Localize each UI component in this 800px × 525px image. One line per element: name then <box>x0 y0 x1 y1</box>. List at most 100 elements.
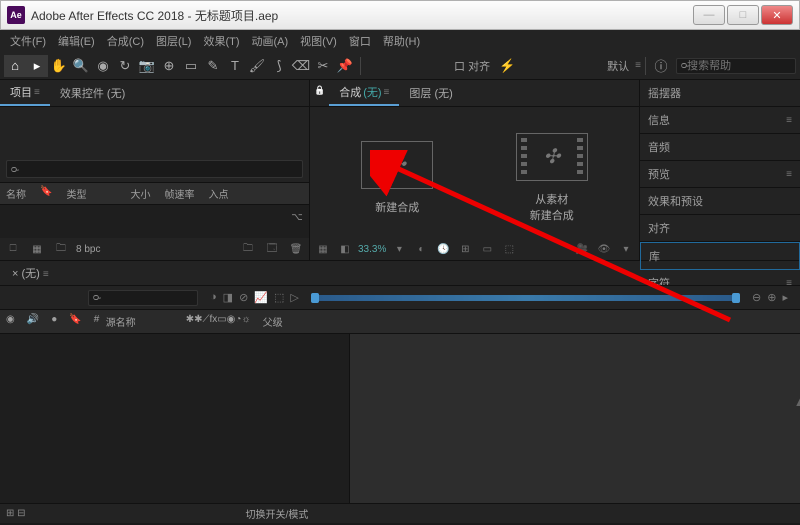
col-fps[interactable]: 帧速率 <box>164 186 194 201</box>
rotate-tool-icon[interactable]: ↻ <box>114 55 136 77</box>
roto-tool-icon[interactable]: ✂ <box>312 55 334 77</box>
more-icon[interactable]: ▾ <box>617 241 635 257</box>
menu-layer[interactable]: 图层(L) <box>150 31 197 51</box>
time-navigator[interactable] <box>313 295 738 301</box>
panel-menu-icon[interactable]: ≡ <box>43 269 49 280</box>
guides-icon[interactable]: ▭ <box>478 241 496 257</box>
project-list[interactable]: ⌥ <box>0 205 309 238</box>
tab-layer[interactable]: 图层 (无) <box>399 80 462 106</box>
panel-effects-presets[interactable]: 效果和预设 <box>640 188 800 215</box>
project-search-input[interactable] <box>17 163 298 175</box>
col-audio-icon[interactable]: 🔊 <box>21 312 45 331</box>
3d-icon[interactable]: ⬚ <box>500 241 518 257</box>
menu-effect[interactable]: 效果(T) <box>197 31 245 51</box>
timeline-search[interactable]: ᴑ̴ <box>88 290 198 306</box>
interpret-icon[interactable]: 🗆 <box>4 241 22 257</box>
close-button[interactable]: ✕ <box>761 5 793 25</box>
panel-menu-icon[interactable]: ≡ <box>384 87 390 98</box>
comp-marker-icon[interactable]: ▸ <box>782 291 788 304</box>
bin-icon[interactable]: 🗀 <box>52 241 70 257</box>
tab-effect-controls[interactable]: 效果控件 (无) <box>50 80 135 106</box>
col-in[interactable]: 入点 <box>208 186 228 201</box>
flowchart-icon[interactable]: ⌥ <box>291 211 303 223</box>
minimize-button[interactable]: — <box>693 5 725 25</box>
col-label-icon[interactable]: 🔖 <box>63 312 87 331</box>
res-icon[interactable]: ◧ <box>336 241 354 257</box>
tag-icon[interactable]: 🔖 <box>40 186 52 201</box>
zoom-in-icon[interactable]: ⊕ <box>767 291 776 304</box>
view-icon[interactable]: 👁 <box>595 241 613 257</box>
eraser-tool-icon[interactable]: ⌫ <box>290 55 312 77</box>
cam-icon[interactable]: 🎥 <box>573 241 591 257</box>
grid-icon[interactable]: ▦ <box>314 241 332 257</box>
rect-tool-icon[interactable]: ▭ <box>180 55 202 77</box>
maximize-button[interactable]: □ <box>727 5 759 25</box>
snap-toggle[interactable]: 口 对齐 <box>448 58 496 74</box>
zoom-tool-icon[interactable]: 🔍 <box>70 55 92 77</box>
help-search-input[interactable] <box>687 60 800 72</box>
selection-tool-icon[interactable]: ▸ <box>26 55 48 77</box>
panel-audio[interactable]: 音频 <box>640 134 800 161</box>
camera-tool-icon[interactable]: 📷 <box>136 55 158 77</box>
col-parent[interactable]: 父级 <box>257 312 317 331</box>
new-folder-icon[interactable]: 🗀 <box>239 241 257 257</box>
shy-icon[interactable]: ◑ <box>210 291 217 304</box>
scroll-thumb-icon[interactable]: ▲▼ <box>793 393 797 403</box>
menu-window[interactable]: 窗口 <box>343 31 377 51</box>
frame-blend-icon[interactable]: ◨ <box>223 291 233 304</box>
layer-list[interactable] <box>0 334 350 503</box>
menu-animation[interactable]: 动画(A) <box>246 31 295 51</box>
menu-composition[interactable]: 合成(C) <box>101 31 150 51</box>
switches-modes-toggle[interactable]: 切换开关/模式 <box>246 506 309 521</box>
draft3d-icon[interactable]: ⬚ <box>274 291 284 304</box>
graph-icon[interactable]: 📈 <box>254 291 268 304</box>
timeline-area[interactable]: ▲▼ <box>350 334 800 503</box>
zoom-value[interactable]: 33.3% <box>358 244 386 255</box>
col-name[interactable]: 名称 <box>6 186 26 201</box>
mask-icon[interactable]: ◐ <box>412 241 430 257</box>
col-num[interactable]: # <box>88 312 100 331</box>
bpc-label[interactable]: 8 bpc <box>76 244 100 255</box>
panel-preview[interactable]: 预览≡ <box>640 161 800 188</box>
menu-edit[interactable]: 编辑(E) <box>52 31 101 51</box>
snap-icon[interactable]: ⊞ <box>456 241 474 257</box>
trash-icon[interactable]: 🗑 <box>287 241 305 257</box>
pan-behind-tool-icon[interactable]: ⊕ <box>158 55 180 77</box>
motion-blur-icon[interactable]: ⊘ <box>239 291 248 304</box>
new-comp-placeholder[interactable]: ✣ 新建合成 <box>361 141 433 215</box>
clone-tool-icon[interactable]: ⟆ <box>268 55 290 77</box>
menu-view[interactable]: 视图(V) <box>294 31 343 51</box>
new-comp-from-footage-placeholder[interactable]: ✣ 从素材新建合成 <box>516 133 588 223</box>
info-icon[interactable]: ⓘ <box>650 55 672 77</box>
new-comp-icon[interactable]: 🗔 <box>263 241 281 257</box>
col-type[interactable]: 类型 <box>66 186 86 201</box>
marker-icon[interactable]: ▷ <box>290 291 298 304</box>
chan-icon[interactable]: ▾ <box>390 241 408 257</box>
workspace-menu-icon[interactable]: ≡ <box>635 60 641 71</box>
panel-wiggler[interactable]: 摇摆器 <box>640 80 800 107</box>
hand-tool-icon[interactable]: ✋ <box>48 55 70 77</box>
zoom-out-icon[interactable]: ⊖ <box>752 291 761 304</box>
help-search[interactable]: ᴑ̴ <box>676 58 796 74</box>
pen-tool-icon[interactable]: ✎ <box>202 55 224 77</box>
col-lock-icon[interactable]: ● <box>45 312 63 331</box>
panel-menu-icon[interactable]: ≡ <box>34 87 40 98</box>
col-size[interactable]: 大小 <box>130 186 150 201</box>
col-switch-icon[interactable]: ✱✱⟋fx▭◉◔☼ <box>180 312 257 331</box>
col-vis-icon[interactable]: ◉ <box>0 312 21 331</box>
orbit-tool-icon[interactable]: ◉ <box>92 55 114 77</box>
text-tool-icon[interactable]: T <box>224 55 246 77</box>
panel-menu-icon[interactable]: ≡ <box>786 115 792 126</box>
col-source-name[interactable]: 源名称 <box>100 312 180 331</box>
snap-opt-icon[interactable]: ⚡ <box>496 55 518 77</box>
workspace-default[interactable]: 默认 <box>601 58 635 74</box>
menu-help[interactable]: 帮助(H) <box>377 31 426 51</box>
menu-file[interactable]: 文件(F) <box>4 31 52 51</box>
toggle-icon[interactable]: ⊞ ⊟ <box>6 508 26 519</box>
thumb-icon[interactable]: ▦ <box>28 241 46 257</box>
home-tool-icon[interactable]: ⌂ <box>4 55 26 77</box>
tab-project[interactable]: 项目 ≡ <box>0 80 50 106</box>
tab-timeline[interactable]: × (无) ≡ <box>0 261 61 285</box>
panel-info[interactable]: 信息≡ <box>640 107 800 134</box>
time-icon[interactable]: 🕓 <box>434 241 452 257</box>
